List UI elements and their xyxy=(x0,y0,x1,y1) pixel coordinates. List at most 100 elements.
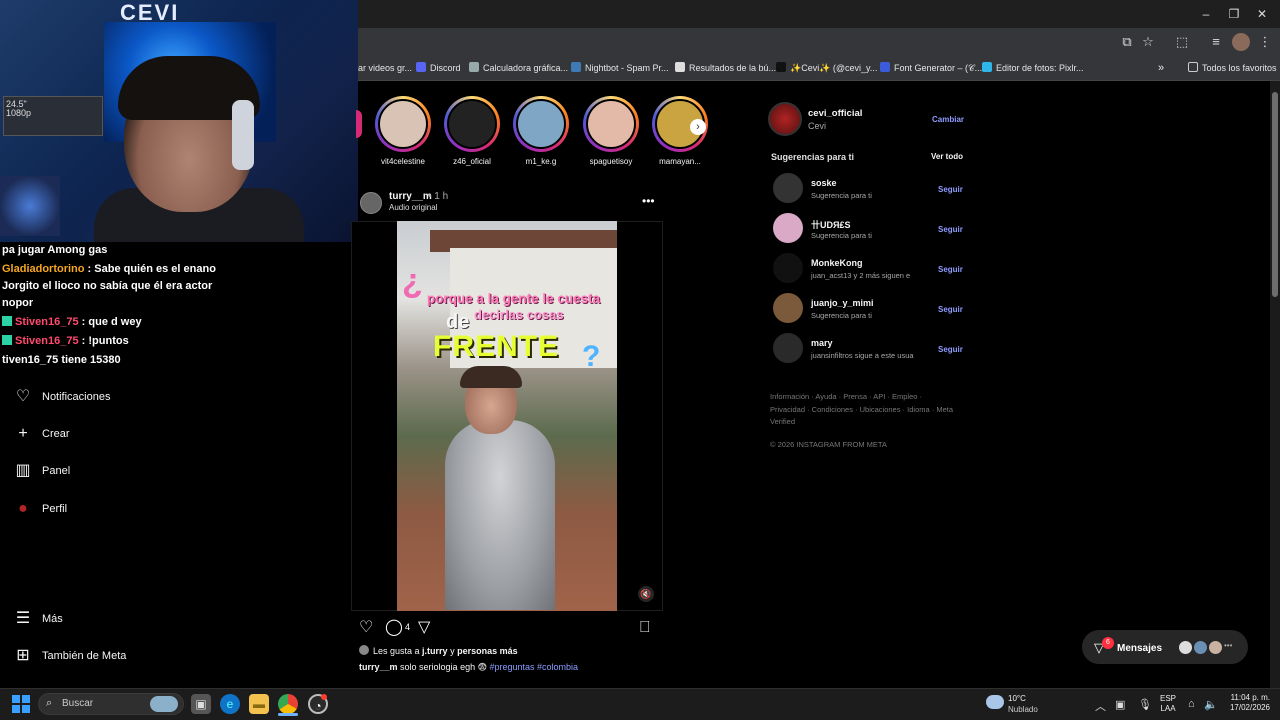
follow-button[interactable]: Seguir xyxy=(938,305,963,314)
see-all-link[interactable]: Ver todo xyxy=(931,152,963,161)
story-item[interactable]: vit4celestine xyxy=(373,96,433,166)
edge-icon[interactable]: e xyxy=(220,694,240,714)
liker-user[interactable]: j.turry xyxy=(422,646,448,656)
story-avatar xyxy=(378,99,428,149)
sidebar-item[interactable]: ● Perfil xyxy=(14,496,67,522)
post-audio[interactable]: Audio original xyxy=(389,203,437,212)
post-author[interactable]: turry__m xyxy=(389,191,432,202)
streamer-headset xyxy=(232,100,254,170)
story-next-icon[interactable]: › xyxy=(690,119,706,135)
my-username[interactable]: cevi_official xyxy=(808,108,862,119)
story-item[interactable]: z46_oficial xyxy=(442,96,502,166)
cloud-icon[interactable] xyxy=(986,695,1004,709)
suggestion-username[interactable]: 卄UDЯ₤S xyxy=(811,218,850,231)
file-explorer-icon[interactable]: ▬ xyxy=(249,694,269,714)
mute-icon[interactable]: 🔇 xyxy=(638,586,654,602)
bookmark-favicon xyxy=(982,62,992,72)
share-icon[interactable]: ▽ xyxy=(418,619,430,637)
follow-button[interactable]: Seguir xyxy=(938,345,963,354)
my-avatar[interactable] xyxy=(768,102,802,136)
bookmark-label: Discord xyxy=(430,63,461,73)
folder-icon xyxy=(1188,62,1198,72)
chat-message: tiven16_75 tiene 15380 xyxy=(2,354,121,366)
bookmark-item[interactable]: ✨Cevi✨ (@cevi_y... xyxy=(776,60,877,76)
save-icon[interactable]: ⎕ xyxy=(640,619,650,637)
all-bookmarks[interactable]: Todos los favoritos xyxy=(1188,60,1277,76)
cast-icon[interactable]: ⧉ xyxy=(1118,33,1136,51)
bookmark-favicon xyxy=(469,62,479,72)
post-author-avatar[interactable] xyxy=(360,192,382,214)
comment-icon[interactable]: ◯ xyxy=(385,619,403,637)
bookmark-label: Nightbot - Spam Pr... xyxy=(585,63,669,73)
follow-button[interactable]: Seguir xyxy=(938,265,963,274)
suggestion-username[interactable]: MonkeKong xyxy=(811,258,863,268)
suggestions-title: Sugerencias para ti xyxy=(771,152,855,162)
follow-button[interactable]: Seguir xyxy=(938,185,963,194)
language-indicator[interactable]: ESP LAA xyxy=(1160,694,1176,714)
suggestion-username[interactable]: mary xyxy=(811,338,833,348)
bookmark-item[interactable]: Editor de fotos: Pixlr... xyxy=(982,60,1084,76)
likes-others[interactable]: personas más xyxy=(457,646,518,656)
suggestion-avatar[interactable] xyxy=(773,173,803,203)
sidebar-item[interactable]: ♡ Notificaciones xyxy=(14,384,111,410)
bookmark-item[interactable]: Font Generator – (𝒞... xyxy=(880,60,982,76)
suggestion-username[interactable]: juanjo_y_mimi xyxy=(811,298,874,308)
sidebar-item[interactable]: ⊞ También de Meta xyxy=(14,643,126,669)
bookmark-favicon xyxy=(571,62,581,72)
star-icon[interactable]: ☆ xyxy=(1139,33,1157,51)
sidebar-item[interactable]: + Crear xyxy=(14,421,69,447)
caption-tags[interactable]: #preguntas #colombia xyxy=(489,662,578,672)
chevron-up-icon[interactable]: ︿ xyxy=(1095,698,1106,714)
bookmarks-overflow-icon[interactable]: » xyxy=(1158,60,1164,76)
weather-desc[interactable]: Nublado xyxy=(1008,705,1038,714)
start-square xyxy=(12,695,20,703)
suggestion-avatar[interactable] xyxy=(773,213,803,243)
scrollbar-thumb[interactable] xyxy=(1272,92,1278,297)
caption-user[interactable]: turry__m xyxy=(359,662,398,672)
start-square xyxy=(12,705,20,713)
follow-button[interactable]: Seguir xyxy=(938,225,963,234)
suggestion-username[interactable]: soske xyxy=(811,178,837,188)
close-icon[interactable]: ✕ xyxy=(1252,4,1272,24)
chat-line: Gladiadortorino : Sabe quién es el enano xyxy=(2,261,216,278)
bookmark-label: Font Generator – (𝒞... xyxy=(894,63,983,73)
network-icon[interactable]: ⌂ xyxy=(1188,698,1195,710)
task-view-icon[interactable]: ▣ xyxy=(191,694,211,714)
microphone-icon[interactable]: 🎙 xyxy=(1138,698,1152,711)
more-options-icon[interactable]: ••• xyxy=(642,194,655,208)
story-item[interactable]: spaguetisoy xyxy=(581,96,641,166)
restore-icon[interactable]: ❐ xyxy=(1224,4,1244,24)
suggestion-avatar[interactable] xyxy=(773,253,803,283)
profile-avatar[interactable] xyxy=(1232,33,1250,51)
extensions-icon[interactable]: ⬚ xyxy=(1173,33,1191,51)
story-partial[interactable] xyxy=(356,110,362,138)
bookmark-item[interactable]: Nightbot - Spam Pr... xyxy=(571,60,669,76)
bookmark-item[interactable]: Resultados de la bú... xyxy=(675,60,776,76)
video-text-q2: ? xyxy=(582,340,601,373)
tray-app-icon[interactable]: ▣ xyxy=(1115,698,1125,711)
sidebar-item[interactable]: ☰ Más xyxy=(14,606,63,632)
story-item[interactable]: m1_ke.g xyxy=(511,96,571,166)
menu-kebab-icon[interactable]: ⋮ xyxy=(1256,33,1274,51)
post-caption: turry__m solo seriologia egh 😨 #pregunta… xyxy=(359,662,578,673)
bookmark-item[interactable]: Calculadora gráfica... xyxy=(469,60,568,76)
switch-account-link[interactable]: Cambiar xyxy=(932,115,964,124)
clock[interactable]: 11:04 p. m. 17/02/2026 xyxy=(1226,693,1270,713)
chat-badge-icon xyxy=(2,335,12,345)
like-icon[interactable]: ♡ xyxy=(359,619,373,637)
media-icon[interactable]: ≡ xyxy=(1207,33,1225,51)
windows-start-icon[interactable] xyxy=(12,695,30,713)
chat-line: pa jugar Among gas xyxy=(2,242,107,259)
weather-temp[interactable]: 10°C xyxy=(1008,694,1026,703)
volume-icon[interactable]: 🔈 xyxy=(1204,698,1218,711)
bookmark-item[interactable]: Discord xyxy=(416,60,461,76)
bookmark-item[interactable]: ar videos gr... xyxy=(358,60,412,76)
chrome-icon[interactable] xyxy=(278,694,298,714)
message-avatar xyxy=(1178,640,1193,655)
footer-links[interactable]: Información · Ayuda · Prensa · API · Emp… xyxy=(770,391,955,429)
suggestion-avatar[interactable] xyxy=(773,293,803,323)
sidebar-item[interactable]: ▥ Panel xyxy=(14,458,70,484)
suggestion-avatar[interactable] xyxy=(773,333,803,363)
monitor-label: 24.5" 1080p xyxy=(6,99,32,118)
minimize-icon[interactable]: – xyxy=(1196,4,1216,24)
